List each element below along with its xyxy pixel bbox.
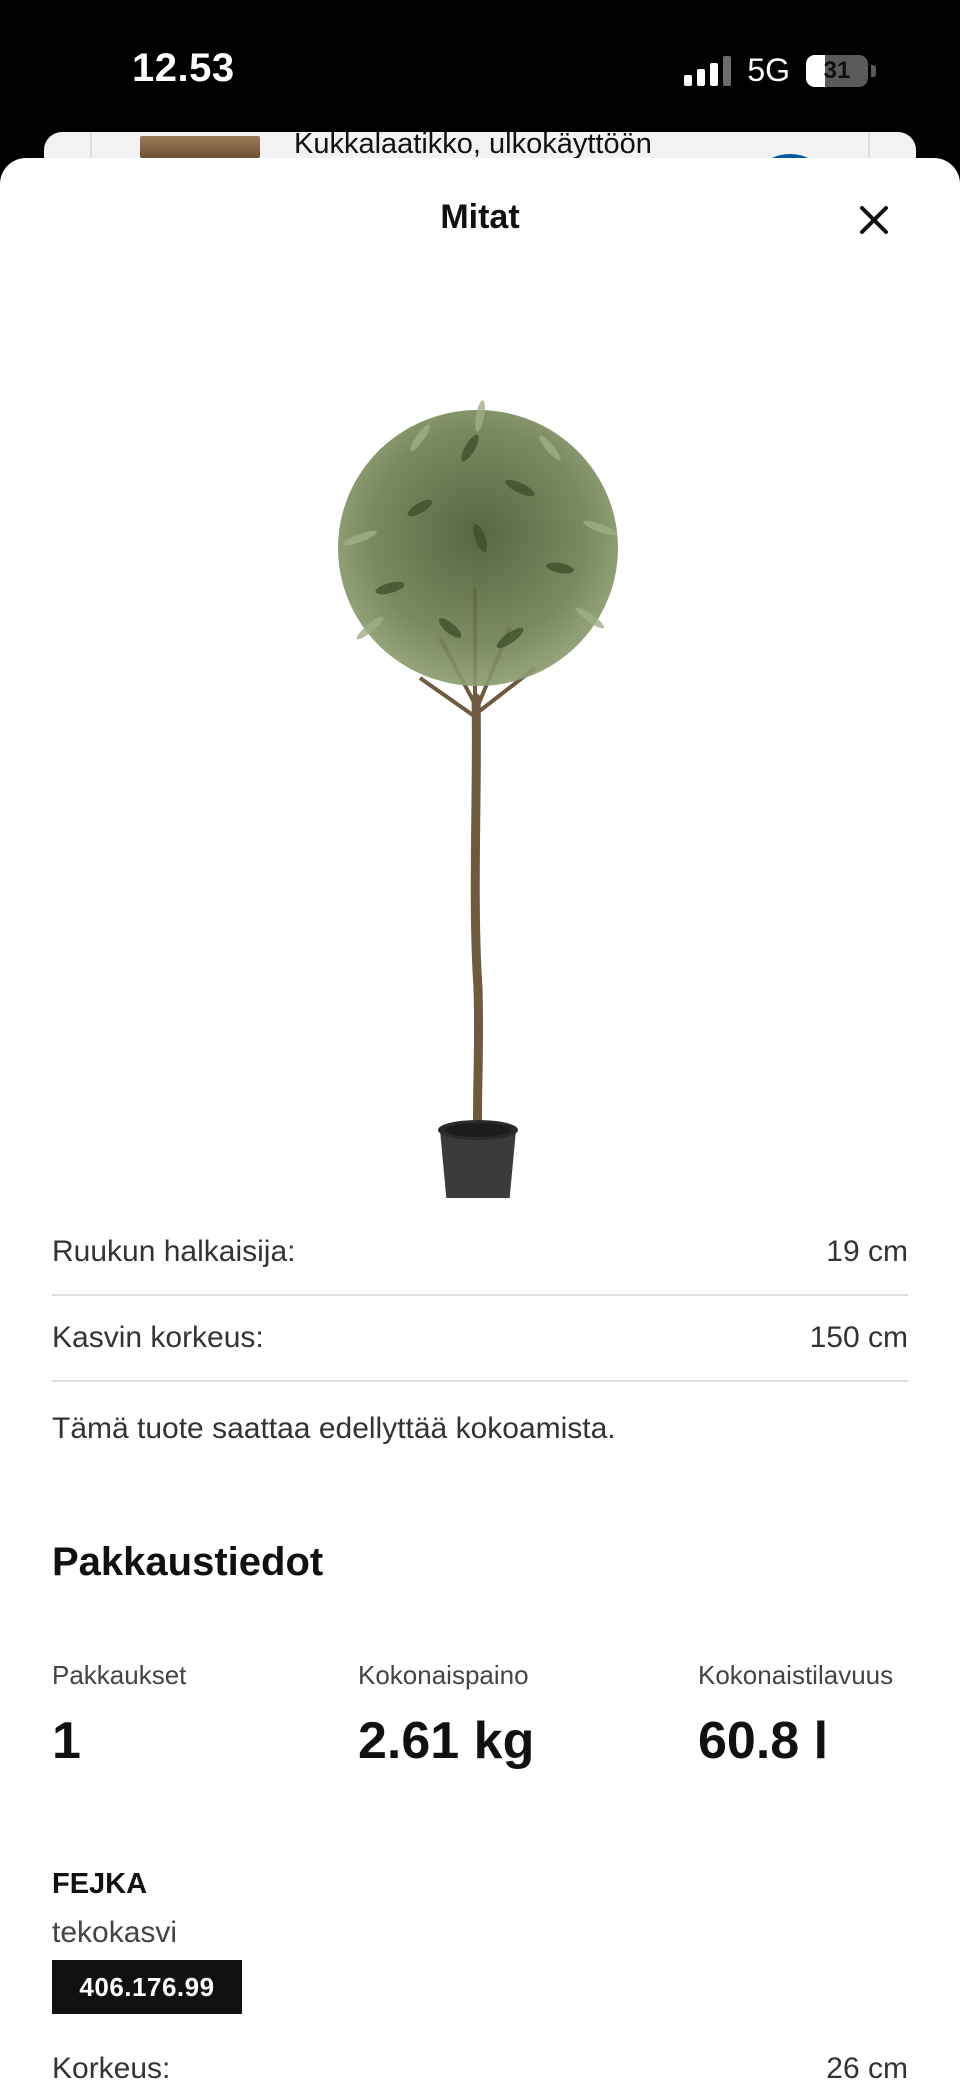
background-product-title: Kukkalaatikko, ulkokäyttöön <box>294 132 652 160</box>
dimension-label: Ruukun halkaisija: <box>52 1235 296 1268</box>
packaging-heading: Pakkaustiedot <box>52 1540 324 1584</box>
product-image <box>338 400 618 1198</box>
battery-percentage: 31 <box>823 56 851 84</box>
volume-value: 60.8 l <box>698 1712 829 1770</box>
battery-icon: 31 <box>806 54 868 87</box>
dimension-label: Kasvin korkeus: <box>52 1321 264 1354</box>
packages-value: 1 <box>52 1712 81 1770</box>
battery-cap <box>871 64 876 77</box>
volume-label: Kokonaistilavuus <box>698 1660 894 1690</box>
article-number-badge: 406.176.99 <box>52 1960 242 2014</box>
package-detail-value: 26 cm <box>826 2052 908 2085</box>
weight-label: Kokonaispaino <box>358 1660 529 1690</box>
close-button[interactable] <box>848 194 900 246</box>
package-detail-row: Korkeus: 26 cm <box>52 2052 908 2086</box>
signal-icon <box>684 55 732 86</box>
volume-info: Kokonaistilavuus 60.8 l <box>698 1660 893 1771</box>
package-detail-label: Korkeus: <box>52 2052 171 2085</box>
dimension-value: 19 cm <box>826 1235 908 1268</box>
status-time: 12.53 <box>132 46 235 90</box>
background-product-thumbnail <box>140 136 260 158</box>
packages-label: Pakkaukset <box>52 1660 187 1690</box>
sheet-title: Mitat <box>440 198 520 236</box>
assembly-note: Tämä tuote saattaa edellyttää kokoamista… <box>52 1412 616 1445</box>
dimension-row: Ruukun halkaisija: 19 cm <box>52 1210 908 1296</box>
weight-value: 2.61 kg <box>358 1712 535 1770</box>
product-name: FEJKA <box>52 1868 148 1900</box>
network-type: 5G <box>747 52 790 88</box>
weight-info: Kokonaispaino 2.61 kg <box>358 1660 534 1771</box>
packages-info: Pakkaukset 1 <box>52 1660 186 1771</box>
dimension-row: Kasvin korkeus: 150 cm <box>52 1296 908 1382</box>
dimensions-sheet: Mitat Ruukun halkaisija: 19 cm Kasvin ko… <box>0 158 960 2086</box>
status-indicators: 5G 31 <box>684 52 876 89</box>
product-description: tekokasvi <box>52 1916 178 1949</box>
dimensions-list: Ruukun halkaisija: 19 cm Kasvin korkeus:… <box>52 1210 908 1382</box>
close-icon <box>860 206 888 234</box>
status-bar: 12.53 5G 31 <box>0 0 960 140</box>
dimension-value: 150 cm <box>809 1321 908 1354</box>
